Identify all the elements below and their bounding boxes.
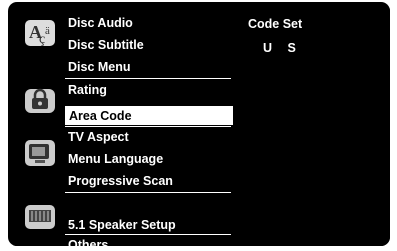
menu-item-speaker-setup[interactable]: 5.1 Speaker Setup <box>68 217 176 233</box>
menu-separator <box>65 234 231 235</box>
menu-item-tv-aspect[interactable]: TV Aspect <box>68 129 129 145</box>
detail-panel: Code Set U S <box>233 8 390 246</box>
menu-item-progressive-scan[interactable]: Progressive Scan <box>68 173 173 189</box>
menu-separator <box>65 126 231 127</box>
menu-item-disc-subtitle[interactable]: Disc Subtitle <box>68 37 144 53</box>
menu-item-rating[interactable]: Rating <box>68 82 107 98</box>
menu-separator <box>65 78 231 79</box>
menu-item-disc-menu[interactable]: Disc Menu <box>68 59 131 75</box>
svg-text:ä: ä <box>45 25 50 37</box>
menu-item-disc-audio[interactable]: Disc Audio <box>68 15 133 31</box>
tv-icon <box>25 140 55 166</box>
menu-item-menu-language[interactable]: Menu Language <box>68 151 163 167</box>
area-code-value[interactable]: U S <box>263 41 302 55</box>
setup-menu-screen: A ç ä Disc Audio Disc Subtitle Disc Menu… <box>8 2 390 246</box>
menu-item-label: Area Code <box>69 109 132 123</box>
menu-item-area-code[interactable]: Area Code <box>65 106 233 125</box>
menu-panel: A ç ä Disc Audio Disc Subtitle Disc Menu… <box>13 8 233 246</box>
lock-icon <box>25 88 55 113</box>
language-icon: A ç ä <box>25 20 55 47</box>
detail-title: Code Set <box>248 17 303 31</box>
menu-separator <box>65 192 231 193</box>
menu-item-others[interactable]: Others <box>68 237 108 246</box>
speaker-icon <box>25 205 55 229</box>
